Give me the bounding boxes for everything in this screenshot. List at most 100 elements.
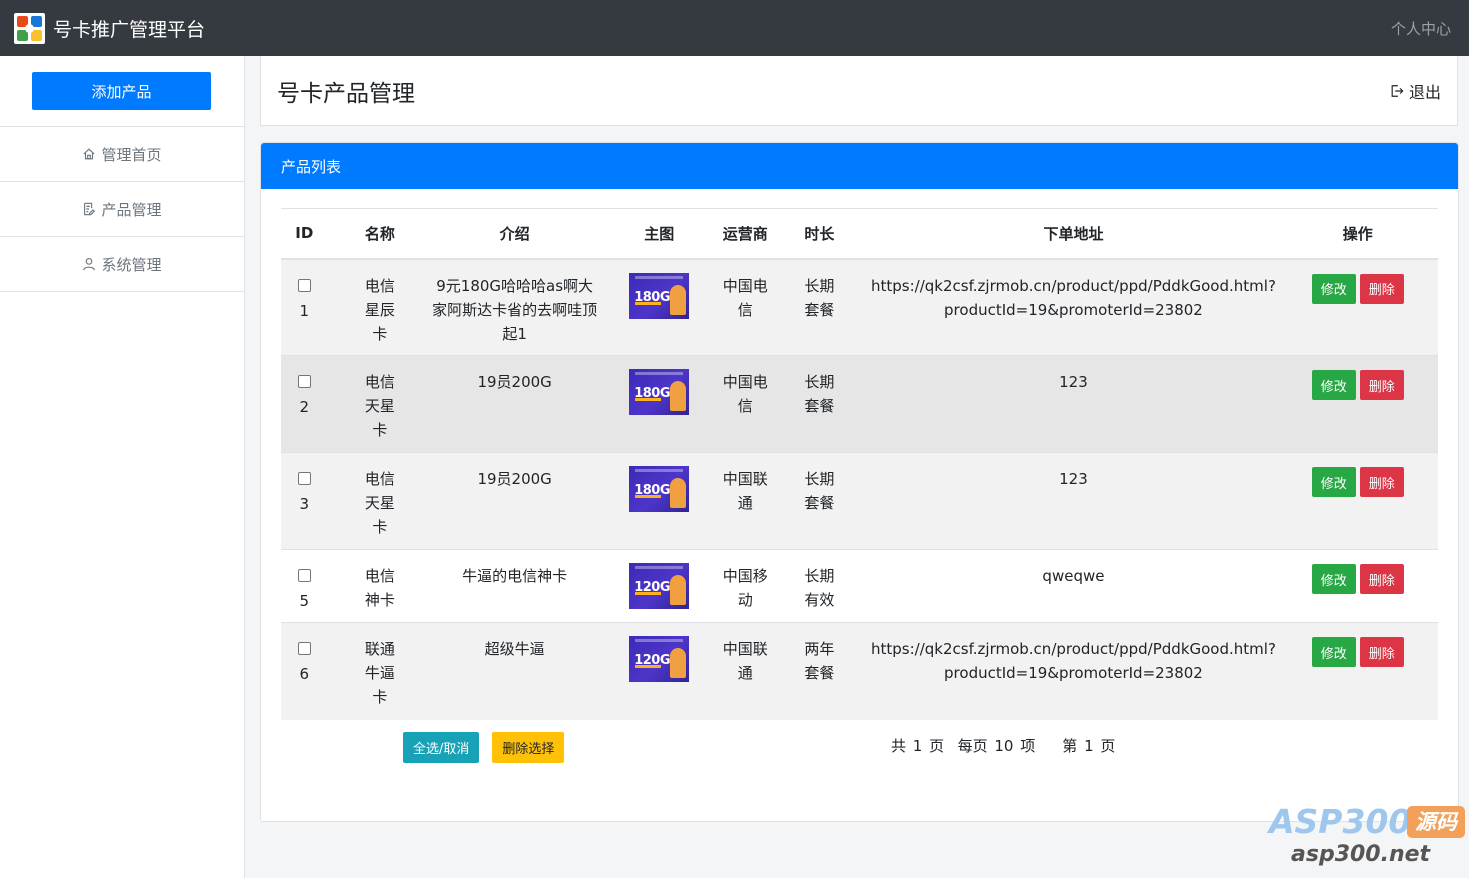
logout-label: 退出 bbox=[1408, 82, 1441, 102]
table-row: 5 电信神卡 牛逼的电信神卡 120G 中国移动 长期有效 qweqwe 修改删… bbox=[281, 549, 1438, 623]
row-name: 电信星辰卡 bbox=[364, 276, 395, 343]
col-header-ops: 操作 bbox=[1277, 208, 1438, 260]
thumbnail-label: 180G bbox=[634, 289, 671, 305]
edit-button[interactable]: 修改 bbox=[1311, 370, 1356, 400]
row-carrier: 中国移动 bbox=[721, 549, 770, 623]
row-duration: 长期套餐 bbox=[804, 276, 835, 319]
row-url: https://qk2csf.zjrmob.cn/product/ppd/Pdd… bbox=[871, 640, 1276, 682]
sidebar-item-products[interactable]: 产品管理 bbox=[0, 182, 244, 237]
bulk-actions: 全选/取消 删除选择 bbox=[403, 732, 565, 763]
col-header-image: 主图 bbox=[597, 208, 722, 260]
col-header-name: 名称 bbox=[327, 208, 433, 260]
row-id: 1 bbox=[299, 301, 310, 320]
sidebar-item-label: 产品管理 bbox=[101, 200, 162, 219]
watermark-badge: 源码 bbox=[1407, 806, 1465, 838]
brand[interactable]: 号卡推广管理平台 bbox=[14, 12, 206, 44]
watermark-domain: asp300.net bbox=[1291, 842, 1431, 867]
col-header-carrier: 运营商 bbox=[721, 208, 770, 260]
row-intro: 19员200G bbox=[432, 355, 598, 453]
row-checkbox[interactable] bbox=[297, 569, 311, 582]
row-name: 电信天星卡 bbox=[364, 373, 395, 439]
top-navbar: 号卡推广管理平台 个人中心 bbox=[0, 0, 1469, 56]
edit-button[interactable]: 修改 bbox=[1311, 564, 1356, 594]
row-name: 联通牛逼卡 bbox=[364, 640, 395, 706]
row-duration: 长期套餐 bbox=[804, 373, 835, 415]
thumbnail-label: 120G bbox=[634, 653, 671, 668]
delete-button[interactable]: 删除 bbox=[1359, 637, 1404, 667]
delete-button[interactable]: 删除 bbox=[1359, 370, 1404, 400]
row-url: https://qk2csf.zjrmob.cn/product/ppd/Pdd… bbox=[871, 276, 1276, 319]
row-url: qweqwe bbox=[869, 549, 1278, 623]
edit-button[interactable]: 修改 bbox=[1311, 273, 1356, 304]
page-header: 号卡产品管理 退出 bbox=[260, 56, 1458, 126]
sidebar-item-label: 管理首页 bbox=[101, 145, 162, 164]
select-all-button[interactable]: 全选/取消 bbox=[403, 732, 480, 763]
row-checkbox[interactable] bbox=[297, 642, 311, 655]
product-thumbnail[interactable]: 120G bbox=[629, 636, 690, 682]
thumbnail-label: 120G bbox=[634, 580, 671, 595]
product-list-card: 产品列表 ID 名称 介绍 主图 运营商 时长 下单地址 操作 1 电信星辰卡 … bbox=[260, 142, 1459, 822]
product-thumbnail[interactable]: 120G bbox=[629, 563, 690, 609]
logout-button[interactable]: 退出 bbox=[1390, 79, 1441, 103]
home-icon bbox=[83, 148, 96, 160]
table-row: 6 联通牛逼卡 超级牛逼 120G 中国联通 两年套餐 https://qk2c… bbox=[281, 622, 1438, 720]
delete-selected-button[interactable]: 删除选择 bbox=[492, 732, 565, 763]
sidebar-menu: 管理首页 产品管理 系统管理 bbox=[0, 126, 244, 292]
row-intro: 9元180G哈哈哈as啊大家阿斯达卡省的去啊哇顶起1 bbox=[432, 276, 598, 343]
app-title: 号卡推广管理平台 bbox=[53, 18, 206, 41]
col-header-duration: 时长 bbox=[769, 208, 870, 260]
sidebar: 添加产品 管理首页 产品管理 系统管理 bbox=[0, 56, 245, 878]
row-intro: 超级牛逼 bbox=[432, 622, 598, 720]
product-thumbnail[interactable]: 180G bbox=[629, 272, 690, 319]
row-duration: 两年套餐 bbox=[804, 640, 835, 682]
row-intro: 19员200G bbox=[432, 452, 598, 550]
row-carrier: 中国电信 bbox=[721, 355, 770, 453]
delete-button[interactable]: 删除 bbox=[1359, 467, 1404, 497]
col-header-id: ID bbox=[281, 208, 328, 260]
row-checkbox[interactable] bbox=[297, 278, 311, 292]
row-id: 6 bbox=[299, 665, 310, 683]
edit-button[interactable]: 修改 bbox=[1311, 467, 1356, 497]
row-duration: 长期有效 bbox=[804, 567, 835, 609]
document-edit-icon bbox=[84, 202, 96, 216]
delete-button[interactable]: 删除 bbox=[1359, 564, 1404, 594]
row-checkbox[interactable] bbox=[297, 375, 311, 388]
table-row: 3 电信天星卡 19员200G 180G 中国联通 长期套餐 123 修改 删除 bbox=[281, 452, 1438, 550]
watermark-brand: ASP300 bbox=[1269, 802, 1412, 841]
row-url: 123 bbox=[869, 355, 1278, 453]
row-checkbox[interactable] bbox=[297, 472, 311, 485]
row-id: 2 bbox=[299, 398, 310, 416]
pagination-info: 共 1 页 每页 10 项 第 1 页 bbox=[891, 737, 1116, 755]
delete-button[interactable]: 删除 bbox=[1359, 273, 1404, 304]
row-carrier: 中国联通 bbox=[721, 622, 770, 720]
table-row: 1 电信星辰卡 9元180G哈哈哈as啊大家阿斯达卡省的去啊哇顶起1 180G … bbox=[281, 258, 1438, 356]
row-intro: 牛逼的电信神卡 bbox=[432, 549, 598, 623]
card-title: 产品列表 bbox=[261, 143, 1458, 189]
product-thumbnail[interactable]: 180G bbox=[629, 466, 690, 512]
edit-button[interactable]: 修改 bbox=[1311, 637, 1356, 667]
sidebar-item-label: 系统管理 bbox=[101, 255, 162, 274]
table-row: 2 电信天星卡 19员200G 180G 中国电信 长期套餐 123 修改 删除 bbox=[281, 355, 1438, 453]
user-center-link[interactable]: 个人中心 bbox=[1391, 18, 1451, 39]
row-name: 电信神卡 bbox=[364, 567, 395, 609]
app-logo bbox=[14, 12, 45, 44]
table-header-row: ID 名称 介绍 主图 运营商 时长 下单地址 操作 bbox=[281, 208, 1438, 260]
add-product-button[interactable]: 添加产品 bbox=[32, 72, 211, 110]
page-title: 号卡产品管理 bbox=[277, 80, 415, 107]
product-table: ID 名称 介绍 主图 运营商 时长 下单地址 操作 1 电信星辰卡 9元180… bbox=[281, 208, 1438, 720]
row-name: 电信天星卡 bbox=[364, 470, 395, 536]
row-id: 3 bbox=[299, 495, 310, 513]
row-id: 5 bbox=[299, 592, 310, 610]
row-duration: 长期套餐 bbox=[804, 470, 835, 512]
row-carrier: 中国电信 bbox=[721, 258, 770, 356]
sidebar-item-home[interactable]: 管理首页 bbox=[0, 127, 244, 182]
row-carrier: 中国联通 bbox=[721, 452, 770, 550]
user-icon bbox=[83, 258, 96, 271]
col-header-intro: 介绍 bbox=[432, 208, 598, 260]
thumbnail-label: 180G bbox=[634, 483, 671, 498]
col-header-url: 下单地址 bbox=[869, 208, 1278, 260]
sidebar-item-system[interactable]: 系统管理 bbox=[0, 237, 244, 292]
product-thumbnail[interactable]: 180G bbox=[629, 369, 690, 415]
thumbnail-label: 180G bbox=[634, 386, 671, 401]
row-url: 123 bbox=[869, 452, 1278, 550]
